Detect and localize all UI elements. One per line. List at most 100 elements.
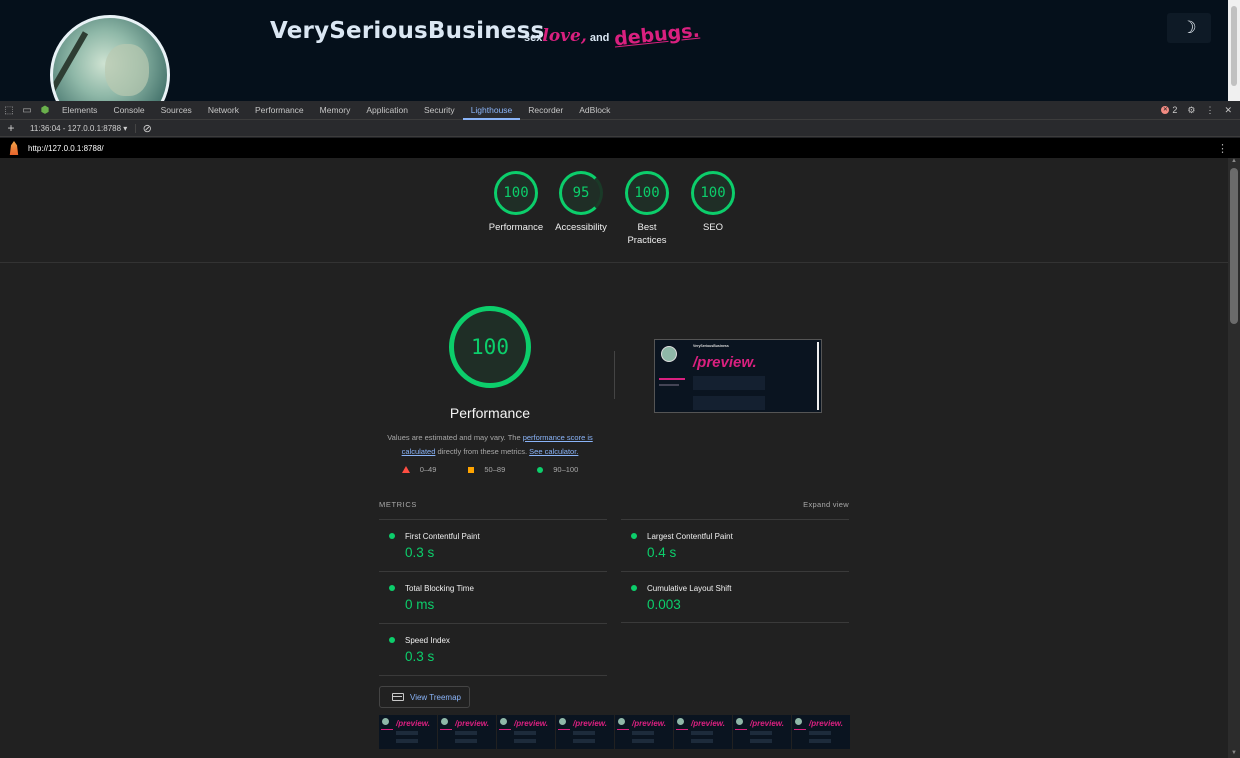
pass-circle-icon — [631, 585, 637, 591]
page-scrollbar[interactable] — [1228, 0, 1240, 101]
metric-value: 0.003 — [647, 597, 681, 612]
tab-adblock[interactable]: AdBlock — [571, 101, 618, 120]
pass-circle-icon — [389, 585, 395, 591]
report-menu-icon[interactable]: ⋮ — [1217, 142, 1228, 155]
metric-value: 0.3 s — [405, 545, 435, 560]
new-report-plus-icon[interactable]: + — [0, 121, 22, 135]
metric-speed-index: Speed Index 0.3 s — [379, 623, 607, 675]
filmstrip: /preview. /preview. /preview. /preview. … — [379, 715, 850, 749]
error-count: 2 — [1172, 105, 1178, 115]
clear-reports-icon[interactable]: ⊘ — [136, 122, 158, 135]
tab-security[interactable]: Security — [416, 101, 463, 120]
report-scrollbar[interactable]: ▲ ▼ — [1228, 158, 1240, 758]
metric-name: Total Blocking Time — [405, 584, 474, 593]
inspect-element-icon[interactable]: ⬚ — [0, 105, 18, 116]
tab-lighthouse[interactable]: Lighthouse — [462, 101, 521, 120]
website-header: VerySeriousBusiness sexlove, and debugs.… — [0, 0, 1240, 101]
metric-name: Speed Index — [405, 636, 450, 645]
expand-view-toggle[interactable]: Expand view — [803, 500, 849, 509]
metric-value: 0 ms — [405, 597, 435, 612]
tab-memory[interactable]: Memory — [312, 101, 359, 120]
treemap-icon — [392, 693, 404, 701]
gauge-best-practices[interactable]: 100 Best Practices — [617, 171, 677, 247]
screenshot-sidebar-line — [659, 384, 679, 386]
gauge-label: Best Practices — [627, 222, 667, 246]
tab-sources[interactable]: Sources — [153, 101, 200, 120]
gauge-accessibility[interactable]: 95 Accessibility — [551, 171, 611, 234]
tagline-prefix: sex — [524, 32, 543, 44]
performance-gauge: 100 — [449, 306, 531, 388]
metric-value: 0.3 s — [405, 649, 435, 664]
metric-fcp: First Contentful Paint 0.3 s — [379, 519, 607, 571]
close-devtools-icon[interactable]: ✕ — [1224, 105, 1232, 116]
metric-tbt: Total Blocking Time 0 ms — [379, 571, 607, 623]
gauge-score: 95 — [559, 171, 603, 215]
pass-circle-icon — [389, 533, 395, 539]
screenshot-sidebar-line — [659, 378, 685, 380]
gauge-label: SEO — [702, 222, 724, 233]
metrics-title: METRICS — [379, 500, 417, 509]
tagline-love: love, — [542, 26, 587, 46]
tab-network[interactable]: Network — [200, 101, 247, 120]
metrics-header: METRICS Expand view — [379, 500, 849, 509]
legend-average: 50–89 — [468, 465, 505, 474]
filmstrip-frame: /preview. — [674, 715, 732, 749]
gauge-performance[interactable]: 100 Performance — [486, 171, 546, 234]
view-treemap-button[interactable]: View Treemap — [379, 686, 470, 708]
screenshot-scrollbar — [817, 342, 819, 410]
report-scrollbar-thumb[interactable] — [1230, 168, 1238, 324]
avatar[interactable] — [50, 15, 170, 101]
report-selector[interactable]: 11:36:04 - 127.0.0.1:8788 ▾ — [22, 123, 137, 133]
desc-text: Values are estimated and may vary. The — [387, 433, 523, 442]
metric-name: Largest Contentful Paint — [647, 532, 733, 541]
score-summary: 100 Performance 95 Accessibility 100 Bes… — [0, 158, 1228, 263]
gauge-score: 100 — [494, 171, 538, 215]
metric-cls: Cumulative Layout Shift 0.003 — [621, 571, 849, 623]
gauge-score: 100 — [691, 171, 735, 215]
metric-name: Cumulative Layout Shift — [647, 584, 732, 593]
site-tagline: sexlove, and debugs. — [524, 20, 701, 51]
average-square-icon — [468, 466, 475, 473]
pass-circle-icon — [537, 466, 544, 473]
devtools-tab-bar: ⬚ ▭ ⬢ Elements Console Sources Network P… — [0, 101, 1240, 120]
site-brand[interactable]: VerySeriousBusiness — [270, 18, 544, 44]
screenshot-avatar — [661, 346, 677, 362]
extension-icon[interactable]: ⬢ — [36, 105, 54, 116]
tagline-debugs: debugs. — [613, 19, 702, 51]
metric-value: 0.4 s — [647, 545, 677, 560]
gauge-label: Performance — [488, 222, 544, 233]
score-legend: 0–49 50–89 90–100 — [379, 465, 601, 474]
screenshot-brand: VerySeriousBusiness — [693, 344, 729, 348]
more-options-icon[interactable]: ⋮ — [1205, 105, 1214, 116]
filmstrip-frame: /preview. — [438, 715, 496, 749]
tab-application[interactable]: Application — [358, 101, 416, 120]
scroll-up-icon[interactable]: ▲ — [1228, 158, 1240, 166]
device-toolbar-icon[interactable]: ▭ — [18, 105, 36, 116]
lighthouse-logo-icon — [9, 141, 19, 155]
tab-recorder[interactable]: Recorder — [520, 101, 571, 120]
performance-description: Values are estimated and may vary. The p… — [379, 431, 601, 459]
divider — [614, 351, 615, 399]
gauge-seo[interactable]: 100 SEO — [683, 171, 743, 234]
filmstrip-frame: /preview. — [615, 715, 673, 749]
report-url[interactable]: http://127.0.0.1:8788/ — [28, 144, 104, 153]
scroll-down-icon[interactable]: ▼ — [1228, 750, 1240, 758]
moon-icon: ☽ — [1181, 18, 1197, 37]
theme-toggle-button[interactable]: ☽ — [1167, 13, 1211, 43]
gauge-label: Accessibility — [555, 222, 607, 233]
final-screenshot[interactable]: VerySeriousBusiness /preview. — [654, 339, 822, 413]
page-scrollbar-thumb[interactable] — [1231, 6, 1237, 86]
tab-console[interactable]: Console — [105, 101, 152, 120]
tab-elements[interactable]: Elements — [54, 101, 105, 120]
calculator-link[interactable]: See calculator. — [529, 447, 578, 456]
error-count-badge[interactable]: ✕ 2 — [1161, 105, 1177, 115]
tab-performance[interactable]: Performance — [247, 101, 312, 120]
error-icon: ✕ — [1161, 106, 1170, 114]
settings-gear-icon[interactable]: ⚙ — [1187, 105, 1195, 116]
filmstrip-frame: /preview. — [556, 715, 614, 749]
lighthouse-report: 100 Performance 95 Accessibility 100 Bes… — [0, 158, 1228, 758]
metric-lcp: Largest Contentful Paint 0.4 s — [621, 519, 849, 571]
filmstrip-frame: /preview. — [497, 715, 555, 749]
filmstrip-frame: /preview. — [379, 715, 437, 749]
lighthouse-toolbar: + 11:36:04 - 127.0.0.1:8788 ▾ ⊘ — [0, 120, 1240, 137]
